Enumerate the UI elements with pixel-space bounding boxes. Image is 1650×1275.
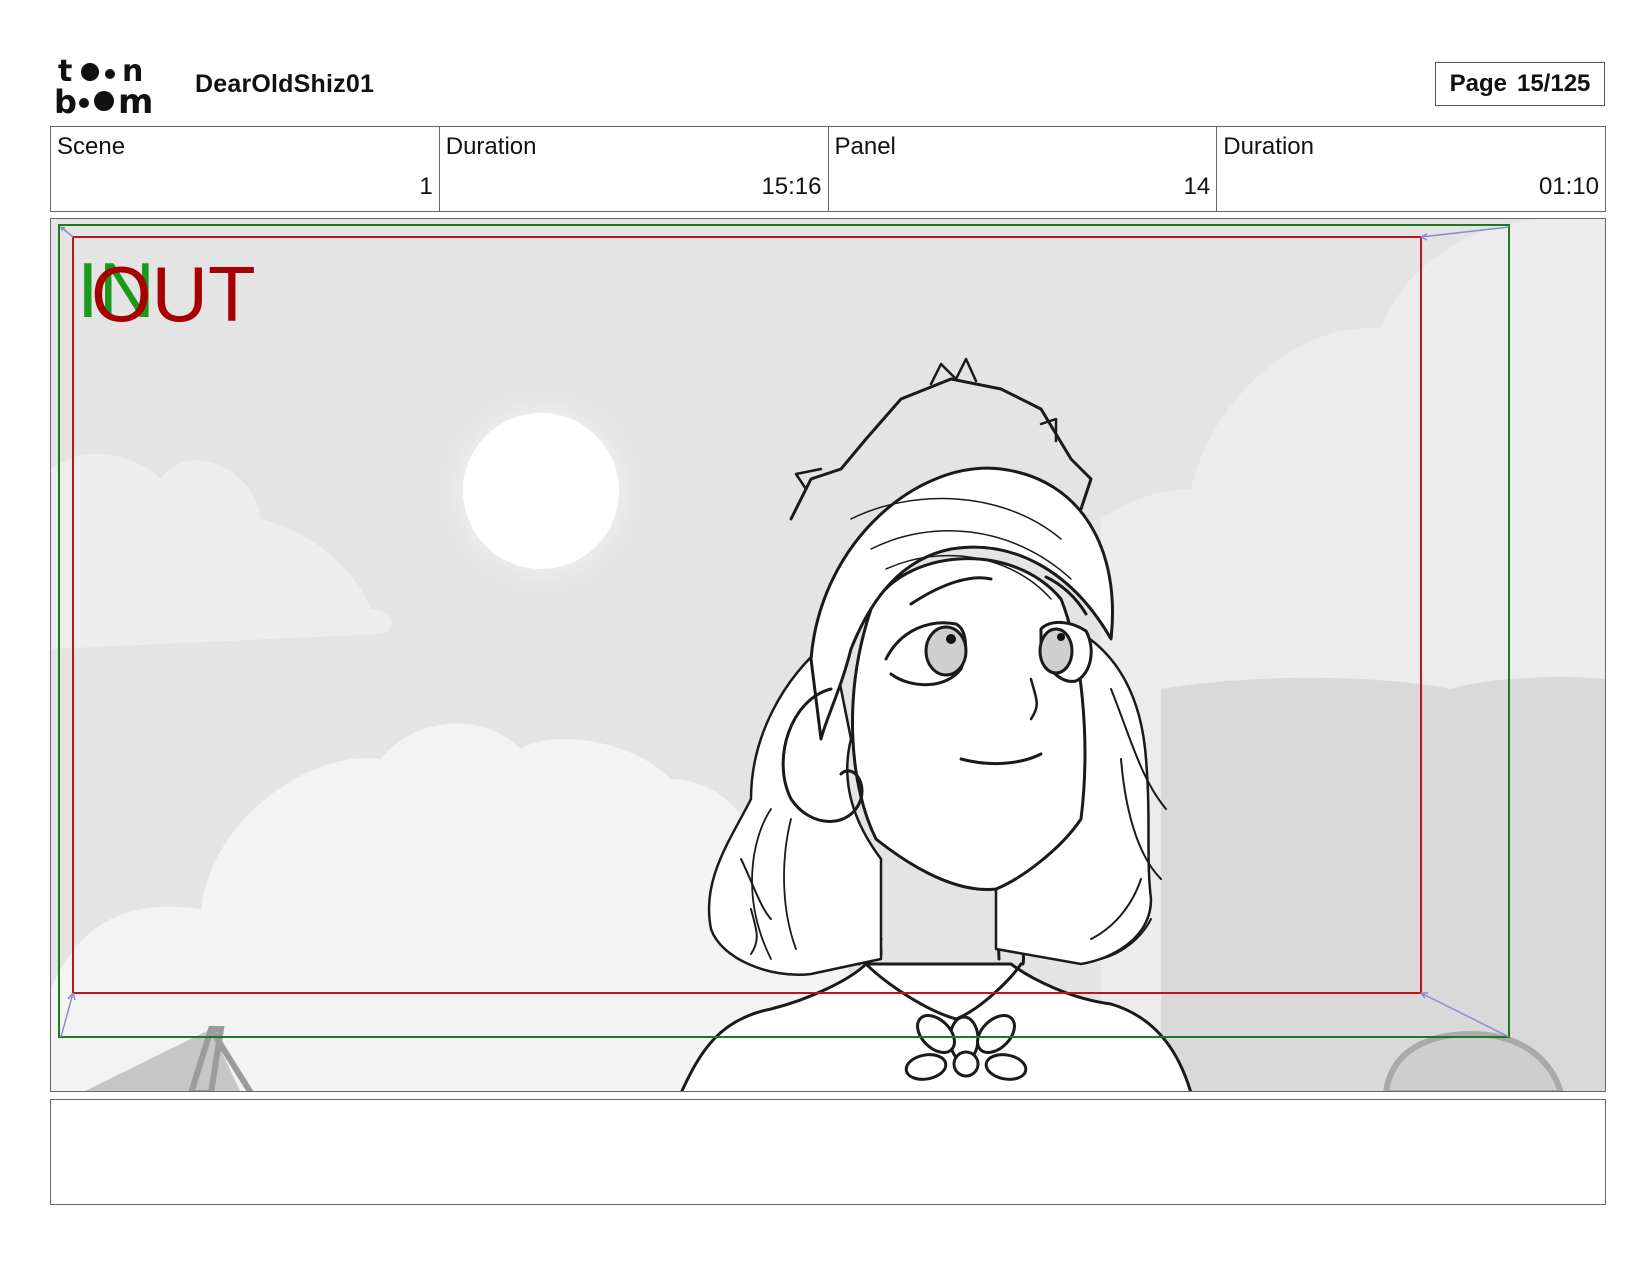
scene-value: 1 <box>419 173 433 200</box>
caption-box <box>50 1099 1606 1205</box>
panel-drawing: IN OUT <box>51 219 1605 1091</box>
page-number: 15/125 <box>1516 70 1591 97</box>
panel-duration-cell: Duration 01:10 <box>1217 127 1605 211</box>
panel-cell: Panel 14 <box>829 127 1218 211</box>
toon-boom-logo: t n b m <box>54 55 153 117</box>
scene-duration-label: Duration <box>445 133 537 160</box>
right-eye-icon <box>1038 627 1074 675</box>
panel-info-row: Scene 1 Duration 15:16 Panel 14 Duration… <box>50 126 1606 212</box>
left-eye-icon <box>924 625 968 677</box>
panel-duration-label: Duration <box>1223 133 1314 160</box>
scene-duration-value: 15:16 <box>761 173 822 200</box>
svg-text:m: m <box>118 82 153 117</box>
page-label: Page <box>1449 70 1507 97</box>
project-title: DearOldShiz01 <box>195 70 375 98</box>
panel-duration-value: 01:10 <box>1538 173 1599 200</box>
sun <box>463 413 619 569</box>
panel-value: 14 <box>1183 173 1211 200</box>
scene-label: Scene <box>57 133 126 160</box>
out-marker: OUT <box>91 250 256 338</box>
scene-duration-cell: Duration 15:16 <box>440 127 829 211</box>
horizon-right <box>1161 677 1605 1091</box>
panel-label: Panel <box>834 133 896 160</box>
svg-text:b: b <box>54 83 77 117</box>
storyboard-panel: IN OUT <box>50 218 1606 1092</box>
scene-cell: Scene 1 <box>51 127 440 211</box>
page-indicator: Page 15/125 <box>1435 62 1605 106</box>
